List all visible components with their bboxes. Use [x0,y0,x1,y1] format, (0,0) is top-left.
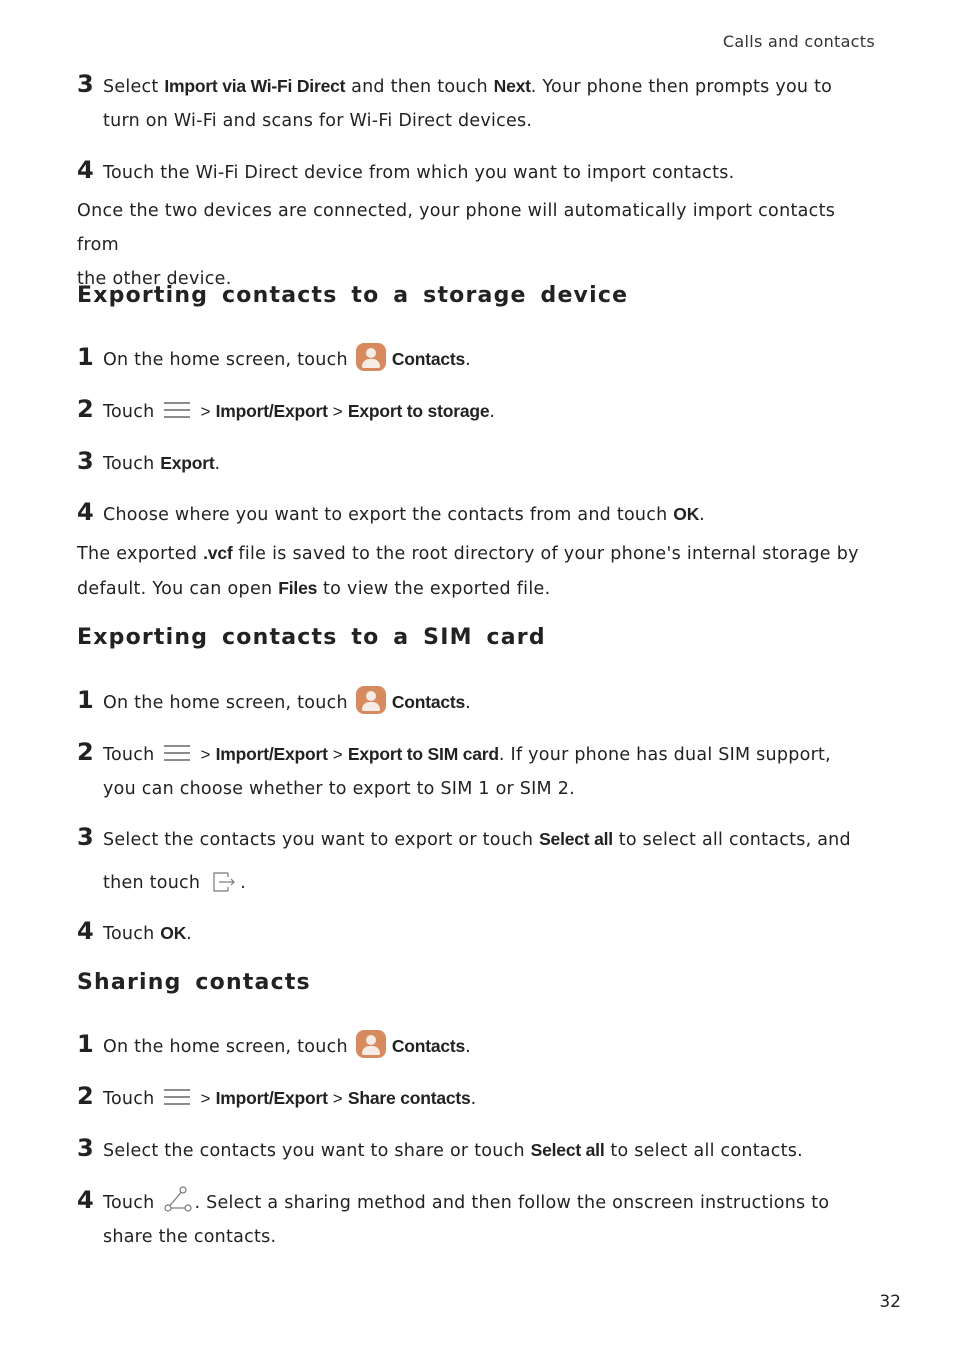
step: 1 On the home screen, touch Contacts. [77,1027,877,1064]
step-number: 2 [77,1082,94,1110]
step-number: 3 [77,70,94,98]
step-number: 2 [77,738,94,766]
step: 3 Select the contacts you want to export … [77,820,877,900]
step: 1 On the home screen, touch Contacts. [77,340,877,377]
note-paragraph: Once the two devices are connected, your… [77,201,836,289]
step-number: 3 [77,447,94,475]
step: 3 Select the contacts you want to share o… [77,1131,877,1168]
section-heading-storage: Exporting contacts to a storage device [77,283,629,308]
step: 1 On the home screen, touch Contacts. [77,683,877,720]
step-number: 4 [77,917,94,945]
step-number: 3 [77,1134,94,1162]
step: 4 Touch. Select a sharing method and then… [77,1183,877,1254]
step: 2 Touch > Import/Export > Export to storag… [77,392,877,429]
step: 2 Touch > Import/Export > Export to SIM ca… [77,735,877,806]
step-import-wifi-direct: 3 Select Import via Wi-Fi Direct and then… [77,67,877,138]
export-icon [213,872,236,892]
step-number: 1 [77,1030,94,1058]
contacts-app-icon [355,686,386,714]
section-heading-share: Sharing contacts [77,970,311,995]
step: 3 Touch Export. [77,444,877,481]
step-number: 1 [77,686,94,714]
menu-icon [164,402,191,418]
step-number: 4 [77,156,94,184]
page-number: 32 [879,1292,901,1312]
step: 4 Touch OK. [77,914,877,951]
step: 2 Touch > Import/Export > Share contacts. [77,1079,877,1116]
step-number: 4 [77,1186,94,1214]
ui-label: Next [493,76,531,96]
contacts-app-icon [355,343,386,371]
section-heading-sim: Exporting contacts to a SIM card [77,625,546,650]
step-number: 2 [77,395,94,423]
menu-icon [164,745,191,761]
menu-icon [164,1089,191,1105]
share-icon [164,1186,193,1212]
step-touch-device: 4 Touch the Wi-Fi Direct device from whic… [77,153,877,190]
contacts-app-icon [355,1030,386,1058]
step-number: 3 [77,823,94,851]
step: 4 Choose where you want to export the con… [77,495,877,532]
step-number: 4 [77,498,94,526]
running-header: Calls and contacts [722,32,875,51]
step-number: 1 [77,343,94,371]
note-paragraph: The exported .vcf file is saved to the r… [77,543,859,599]
ui-label: Import via Wi-Fi Direct [164,76,346,96]
